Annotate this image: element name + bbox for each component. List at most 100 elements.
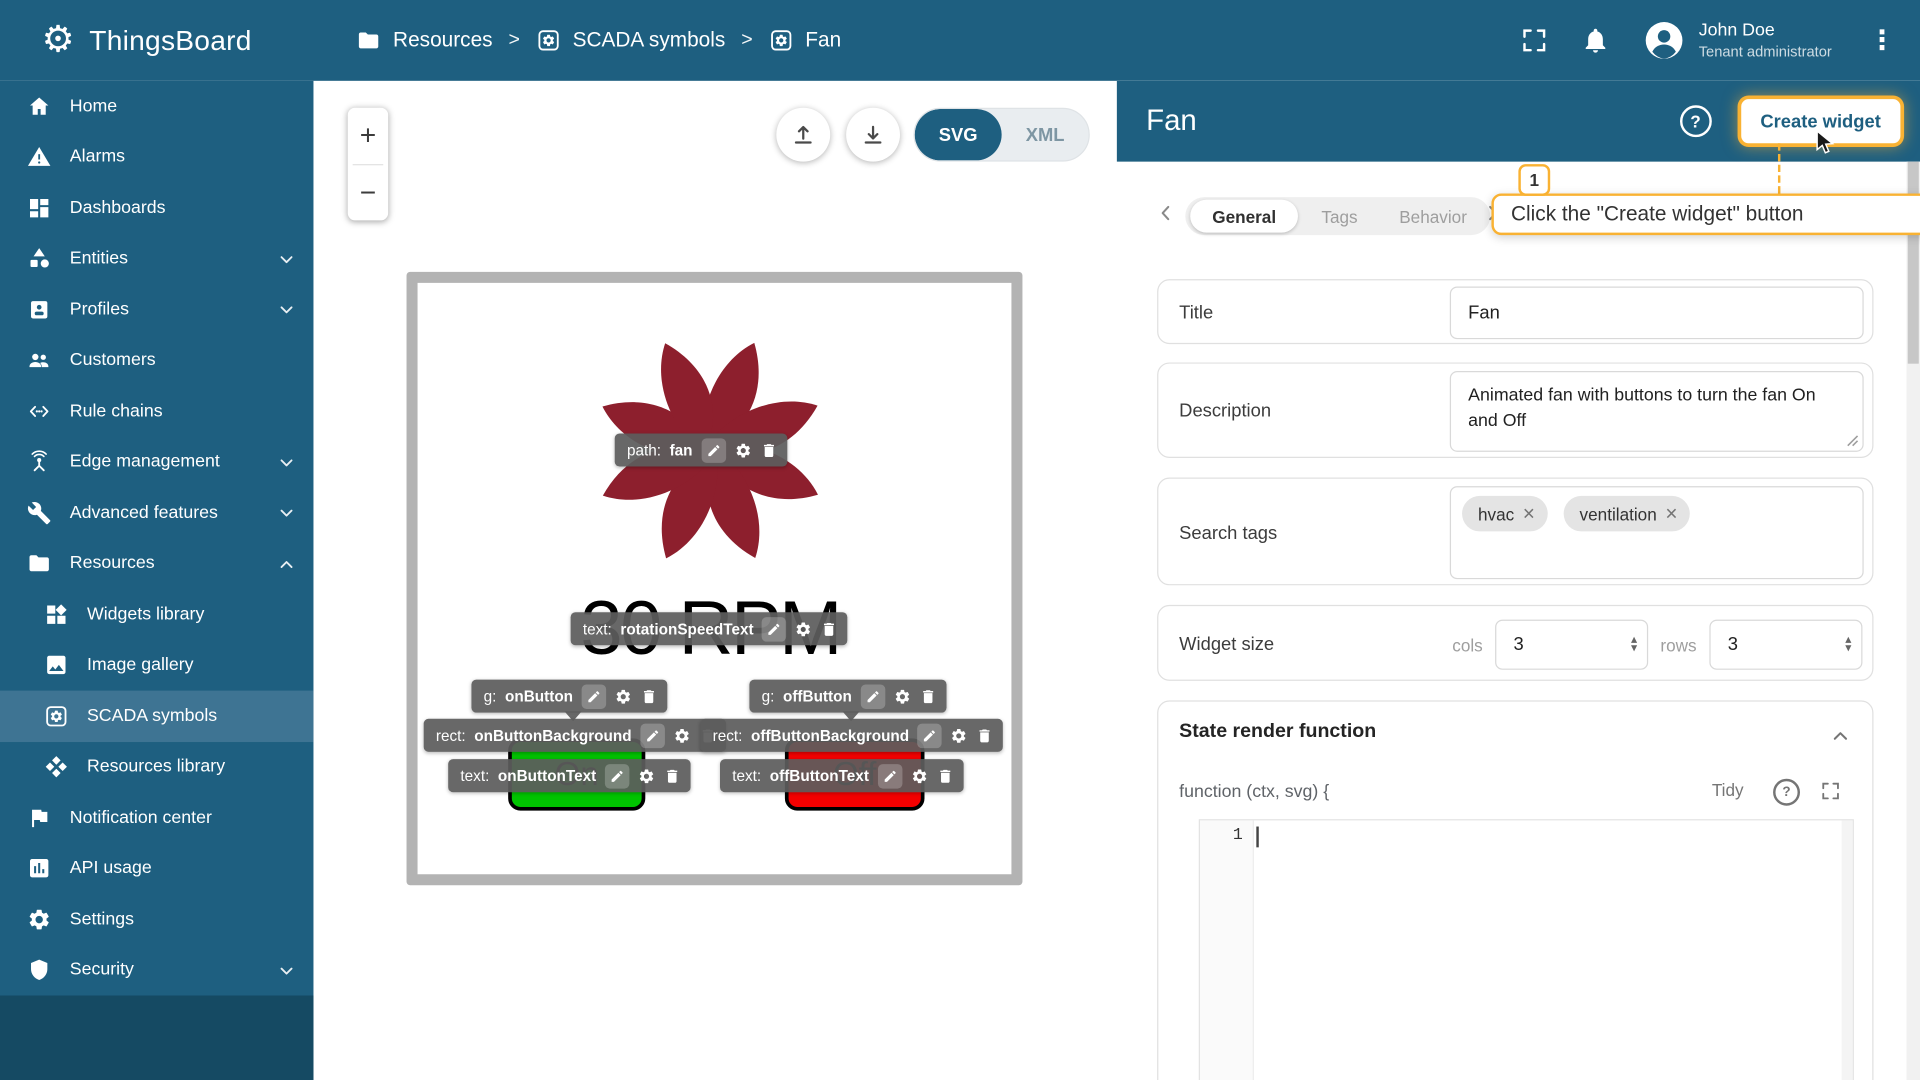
chip-remove-icon[interactable]: × [1523, 503, 1535, 524]
settings-button[interactable] [951, 727, 968, 744]
sidebar-item-notification-center[interactable]: Notification center [0, 792, 313, 843]
sidebar-item-label: Alarms [70, 147, 125, 167]
description-textarea[interactable]: Animated fan with buttons to turn the fa… [1450, 371, 1864, 452]
sidebar-item-settings[interactable]: Settings [0, 894, 313, 945]
collapse-chevron-up-icon[interactable] [1828, 724, 1852, 748]
tag-type: rect: [713, 727, 743, 744]
edit-button[interactable] [762, 617, 786, 641]
edit-button[interactable] [701, 438, 725, 462]
home-icon [27, 94, 51, 118]
tag-pill-on-button-group[interactable]: g:onButton [471, 680, 667, 713]
sidebar-item-rule-chains[interactable]: Rule chains [0, 386, 313, 437]
zoom-in-button[interactable]: + [348, 108, 388, 164]
sidebar-item-customers[interactable]: Customers [0, 335, 313, 386]
title-row: Title Fan [1157, 279, 1873, 344]
settings-button[interactable] [795, 620, 812, 637]
rows-input[interactable]: 3 ▴▾ [1709, 620, 1862, 670]
tag-type: text: [460, 767, 489, 784]
sidebar-item-label: SCADA symbols [87, 706, 217, 726]
tidy-button[interactable]: Tidy [1712, 780, 1744, 800]
fullscreen-icon[interactable] [1520, 26, 1549, 55]
sidebar-item-api-usage[interactable]: API usage [0, 843, 313, 894]
delete-button[interactable] [936, 767, 953, 784]
sidebar-item-advanced-features[interactable]: Advanced features [0, 487, 313, 538]
sidebar-item-resources[interactable]: Resources [0, 538, 313, 589]
edit-button[interactable] [582, 684, 606, 708]
tag-chip-ventilation[interactable]: ventilation × [1564, 496, 1690, 532]
search-tags-input[interactable]: hvac × ventilation × [1450, 486, 1864, 579]
edit-button[interactable] [878, 763, 902, 787]
sidebar-item-profiles[interactable]: Profiles [0, 284, 313, 335]
panel-scrollbar[interactable] [1907, 162, 1920, 1080]
sidebar-item-resources-library[interactable]: Resources library [0, 741, 313, 792]
breadcrumb-fan[interactable]: Fan [769, 28, 842, 52]
toggle-svg[interactable]: SVG [915, 109, 1002, 160]
upload-button[interactable] [776, 108, 830, 162]
notifications-bell-icon[interactable] [1581, 26, 1610, 55]
tag-pill-off-button-background[interactable]: rect:offButtonBackground [700, 719, 1003, 752]
chip-remove-icon[interactable]: × [1665, 503, 1677, 524]
cols-stepper[interactable]: ▴▾ [1631, 637, 1637, 652]
edit-button[interactable] [605, 763, 629, 787]
edit-button[interactable] [918, 723, 942, 747]
tag-pill-off-button-group[interactable]: g:offButton [749, 680, 946, 713]
sidebar-item-label: Rule chains [70, 401, 163, 421]
panel-scrollbar-thumb[interactable] [1908, 162, 1919, 364]
sidebar-item-entities[interactable]: Entities [0, 233, 313, 284]
sidebar-item-security[interactable]: Security [0, 945, 313, 996]
sidebar-item-alarms[interactable]: Alarms [0, 132, 313, 183]
sidebar-item-widgets-library[interactable]: Widgets library [0, 589, 313, 640]
help-icon[interactable]: ? [1680, 105, 1712, 137]
tag-pill-on-button-text[interactable]: text:onButtonText [448, 759, 690, 792]
sidebar-item-scada-symbols[interactable]: SCADA symbols [0, 691, 313, 742]
delete-button[interactable] [664, 767, 681, 784]
edit-button[interactable] [860, 684, 884, 708]
sidebar-item-image-gallery[interactable]: Image gallery [0, 640, 313, 691]
resize-handle-icon[interactable] [1847, 435, 1859, 447]
code-scrollbar[interactable] [1842, 820, 1853, 1080]
sidebar-item-edge-management[interactable]: Edge management [0, 437, 313, 488]
settings-button[interactable] [911, 767, 928, 784]
delete-button[interactable] [640, 688, 657, 705]
tag-pill-off-button-text[interactable]: text:offButtonText [720, 759, 963, 792]
gear-icon [951, 727, 968, 744]
sidebar-item-home[interactable]: Home [0, 81, 313, 132]
settings-button[interactable] [893, 688, 910, 705]
delete-button[interactable] [760, 441, 777, 458]
edit-button[interactable] [640, 723, 664, 747]
tag-pill-path-fan[interactable]: path:fan [615, 433, 787, 466]
code-help-icon[interactable]: ? [1773, 779, 1800, 806]
code-fullscreen-icon[interactable] [1820, 780, 1842, 802]
avatar[interactable] [1642, 18, 1686, 62]
stepper-down-icon[interactable]: ▾ [1631, 645, 1637, 653]
delete-button[interactable] [976, 727, 993, 744]
rows-stepper[interactable]: ▴▾ [1845, 637, 1851, 652]
tag-pill-rotation-speed-text[interactable]: text:rotationSpeedText [571, 612, 848, 645]
tab-behavior[interactable]: Behavior [1381, 200, 1485, 233]
delete-button[interactable] [821, 620, 838, 637]
tab-tags[interactable]: Tags [1303, 200, 1376, 233]
title-input[interactable]: Fan [1450, 287, 1864, 340]
stepper-down-icon[interactable]: ▾ [1845, 645, 1851, 653]
zoom-out-button[interactable]: − [348, 165, 388, 221]
tag-chip-hvac[interactable]: hvac × [1462, 496, 1547, 532]
settings-button[interactable] [638, 767, 655, 784]
rows-value: 3 [1728, 634, 1738, 655]
sidebar-item-label: Notification center [70, 808, 212, 828]
settings-button[interactable] [673, 727, 690, 744]
sidebar-item-label: Entities [70, 249, 128, 269]
settings-button[interactable] [615, 688, 632, 705]
tabs-scroll-left-icon[interactable] [1153, 201, 1177, 225]
cols-input[interactable]: 3 ▴▾ [1495, 620, 1648, 670]
code-editor[interactable]: 1 [1199, 819, 1854, 1080]
download-button[interactable] [846, 108, 900, 162]
breadcrumb-resources[interactable]: Resources [356, 28, 492, 52]
tab-general[interactable]: General [1190, 200, 1298, 233]
sidebar-item-dashboards[interactable]: Dashboards [0, 182, 313, 233]
delete-button[interactable] [919, 688, 936, 705]
kebab-menu-icon[interactable]: ⋮ [1859, 24, 1906, 56]
breadcrumb-scada-symbols[interactable]: SCADA symbols [536, 28, 725, 52]
toggle-xml[interactable]: XML [1002, 109, 1089, 160]
tag-pill-on-button-background[interactable]: rect:onButtonBackground [424, 719, 726, 752]
settings-button[interactable] [734, 441, 751, 458]
